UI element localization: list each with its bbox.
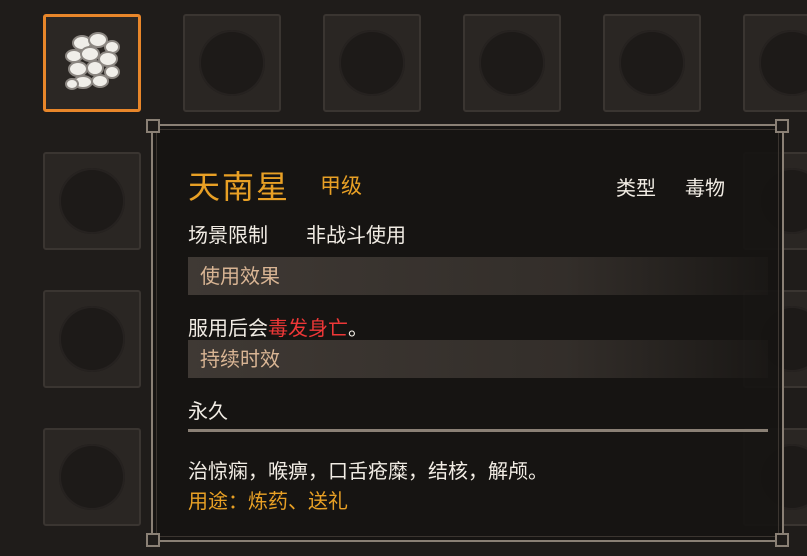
tooltip-corner	[775, 119, 789, 133]
tooltip-corner	[775, 533, 789, 547]
usage-value: 炼药、送礼	[248, 489, 348, 513]
inventory-slot[interactable]	[743, 14, 807, 112]
tooltip-corner	[146, 533, 160, 547]
item-tooltip: 天南星 甲级 类型 毒物 场景限制 非战斗使用 使用效果 服用后会毒发身亡。 持…	[146, 119, 789, 547]
inventory-slot[interactable]	[43, 428, 141, 526]
usage-label: 用途：	[188, 489, 248, 513]
inventory-slot[interactable]	[323, 14, 421, 112]
inventory-slot-selected[interactable]	[43, 14, 141, 112]
scene-restriction-label: 场景限制	[188, 223, 268, 247]
duration-section-header: 持续时效	[188, 340, 768, 378]
effect-section-header: 使用效果	[188, 257, 768, 295]
inventory-slot[interactable]	[43, 290, 141, 388]
effect-text: 服用后会毒发身亡。	[188, 312, 368, 341]
scene-restriction-value: 非战斗使用	[306, 223, 406, 247]
effect-highlight: 毒发身亡	[268, 316, 348, 340]
tooltip-corner	[146, 119, 160, 133]
item-type-label: 类型	[616, 176, 656, 200]
duration-value: 永久	[188, 399, 228, 423]
white-pebbles-icon	[65, 32, 120, 90]
inventory-slot[interactable]	[463, 14, 561, 112]
item-grade: 甲级	[320, 174, 362, 198]
inventory-slot[interactable]	[43, 152, 141, 250]
inventory-slot[interactable]	[183, 14, 281, 112]
item-usage: 用途：炼药、送礼	[188, 485, 348, 514]
divider	[188, 429, 768, 432]
effect-suffix: 。	[348, 316, 368, 340]
effect-prefix: 服用后会	[188, 316, 268, 340]
item-type-value: 毒物	[685, 176, 725, 200]
item-name: 天南星	[188, 168, 291, 206]
inventory-slot[interactable]	[603, 14, 701, 112]
item-description: 治惊痫，喉痹，口舌疮糜，结核，解颅。	[188, 459, 548, 483]
